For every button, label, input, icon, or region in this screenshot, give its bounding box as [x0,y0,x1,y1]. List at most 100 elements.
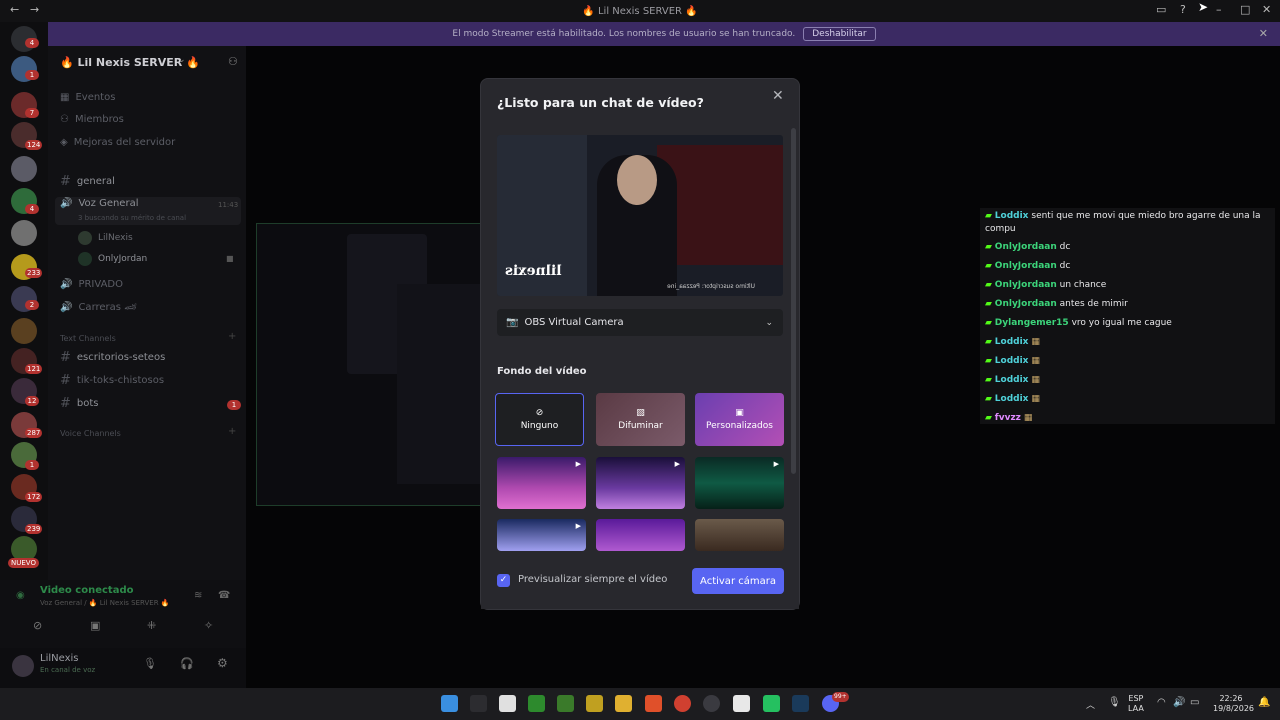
file-explorer-icon[interactable] [615,695,632,712]
wifi-icon[interactable]: ◠ [1157,697,1166,708]
close-window-icon[interactable]: ✕ [1262,3,1271,16]
screen-share-icon[interactable]: ▣ [90,619,100,632]
disable-streamer-button[interactable]: Deshabilitar [803,27,876,41]
back-arrow-icon[interactable]: ← [10,3,19,16]
server-icon[interactable] [11,220,37,246]
notifications-icon[interactable]: 🔔 [1258,697,1270,708]
background-section-title: Fondo del vídeo [497,366,587,377]
brave-icon[interactable] [645,695,662,712]
mention-badge: 1 [25,460,39,470]
steam-icon[interactable] [792,695,809,712]
forward-arrow-icon[interactable]: → [30,3,39,16]
voice-user[interactable]: OnlyJordan [78,252,147,266]
chat-badge-icon: ▰ [985,356,995,366]
hash-icon: # [60,174,71,189]
voice-user[interactable]: LilNexis [78,231,133,245]
emote-icon: ▦ [1031,375,1040,385]
emote-icon: ▦ [1031,356,1040,366]
chat-text: antes de mimir [1059,299,1128,309]
avatar[interactable] [12,655,34,677]
channel-general[interactable]: # general [60,174,115,189]
obs-icon[interactable] [703,695,720,712]
headphones-icon[interactable]: 🎧 [180,657,194,670]
chat-badge-icon: ▰ [985,337,995,347]
mention-badge: 2 [25,300,39,310]
close-icon[interactable]: ✕ [772,88,784,104]
clock[interactable]: 22:26 19/8/2026 [1213,694,1254,714]
tray-chevron-up-icon[interactable]: ︿ [1086,698,1095,711]
always-preview-label[interactable]: Previsualizar siempre el vídeo [518,574,667,585]
channel-voice-general[interactable]: 🔊 Voz General [60,198,138,209]
server-icon[interactable] [11,318,37,344]
camera-off-icon[interactable]: ⊘ [33,619,42,632]
bg-thumbnail[interactable] [596,519,685,551]
activate-camera-button[interactable]: Activar cámara [692,568,784,594]
settings-gear-icon[interactable]: ⚙ [217,656,228,670]
widgets-icon[interactable] [470,695,487,712]
bg-option-blur[interactable]: ▧ Difuminar [596,393,685,446]
capcut-icon[interactable] [733,695,750,712]
no-symbol-icon: ⊘ [535,408,544,418]
app-icon[interactable] [586,695,603,712]
sidebar-item-boosts[interactable]: ◈ Mejoras del servidor [60,137,175,148]
category-text-channels[interactable]: Text Channels [60,334,116,343]
calendar-icon: ▦ [60,92,70,103]
camera-select[interactable]: 📷 OBS Virtual Camera ⌄ [497,309,783,336]
channel-privado[interactable]: 🔊 PRIVADO [60,279,123,290]
disconnect-icon[interactable]: ☎ [218,590,230,601]
add-channel-icon[interactable]: + [228,331,236,342]
activities-icon[interactable]: ⁜ [147,619,156,632]
bg-option-custom[interactable]: ▣ Personalizados [695,393,784,446]
inbox-icon[interactable]: ▭ [1156,3,1166,16]
language-indicator[interactable]: ESP LAA [1128,694,1144,714]
help-icon[interactable]: ? [1180,3,1186,16]
chat-username: Loddix [994,375,1029,385]
add-channel-icon[interactable]: + [228,426,236,437]
chat-message: ▰ OnlyJordaan dc [985,241,1270,254]
bg-thumbnail[interactable]: ▶ [695,457,784,509]
channel-escritorios[interactable]: # escritorios-seteos [60,350,165,365]
noise-suppression-icon[interactable]: ≋ [194,590,202,601]
bg-thumbnail[interactable] [695,519,784,551]
bg-thumbnail[interactable]: ▶ [497,519,586,551]
category-voice-channels[interactable]: Voice Channels [60,429,121,438]
mic-tray-icon[interactable]: 🎙 [1108,697,1121,708]
store-icon[interactable] [499,695,516,712]
bg-thumbnail[interactable]: ▶ [596,457,685,509]
mention-badge: 287 [25,428,43,438]
chrome-icon[interactable] [674,695,691,712]
channel-bots[interactable]: # bots [60,396,99,411]
minimize-icon[interactable]: – [1216,3,1222,16]
voice-location[interactable]: Voz General / 🔥 Lil Nexis SERVER 🔥 [40,599,170,607]
volume-icon[interactable]: 🔊 [1173,697,1185,708]
microphone-icon[interactable]: 🎙 [143,657,157,670]
close-banner-icon[interactable]: ✕ [1259,27,1268,40]
channel-tiktoks[interactable]: # tik-toks-chistosos [60,373,164,388]
soundboard-icon[interactable]: ✧ [204,619,213,632]
whatsapp-icon[interactable] [763,695,780,712]
start-menu-icon[interactable] [441,695,458,712]
scrollbar-thumb[interactable] [791,128,796,474]
modal-scrollbar[interactable] [791,128,796,474]
preview-watermark: lilnexis [505,263,562,279]
server-icon[interactable] [11,156,37,182]
mention-badge: 121 [25,364,43,374]
always-preview-checkbox[interactable]: ✓ [497,574,510,587]
battery-icon[interactable]: ▭ [1190,697,1199,708]
speaker-icon: 🔊 [60,198,73,209]
bg-thumbnail[interactable]: ▶ [497,457,586,509]
sidebar-item-events[interactable]: ▦ Eventos [60,92,115,103]
chat-badge-icon: ▰ [985,413,995,423]
add-member-icon[interactable]: ⚇ [228,55,238,68]
maximize-icon[interactable]: □ [1240,3,1250,16]
chevron-down-icon[interactable]: ⌄ [178,55,186,65]
bg-option-none[interactable]: ⊘ Ninguno [495,393,584,446]
channel-carreras[interactable]: 🔊 Carreras 🏎 [60,302,137,313]
mention-badge: 124 [25,140,43,150]
sidebar-item-members[interactable]: ⚇ Miembros [60,114,124,125]
camera-tile[interactable] [256,223,518,506]
hash-icon: # [60,373,71,388]
xbox-icon[interactable] [528,695,545,712]
minecraft-icon[interactable] [557,695,574,712]
streamer-mode-banner: El modo Streamer está habilitado. Los no… [48,22,1280,46]
